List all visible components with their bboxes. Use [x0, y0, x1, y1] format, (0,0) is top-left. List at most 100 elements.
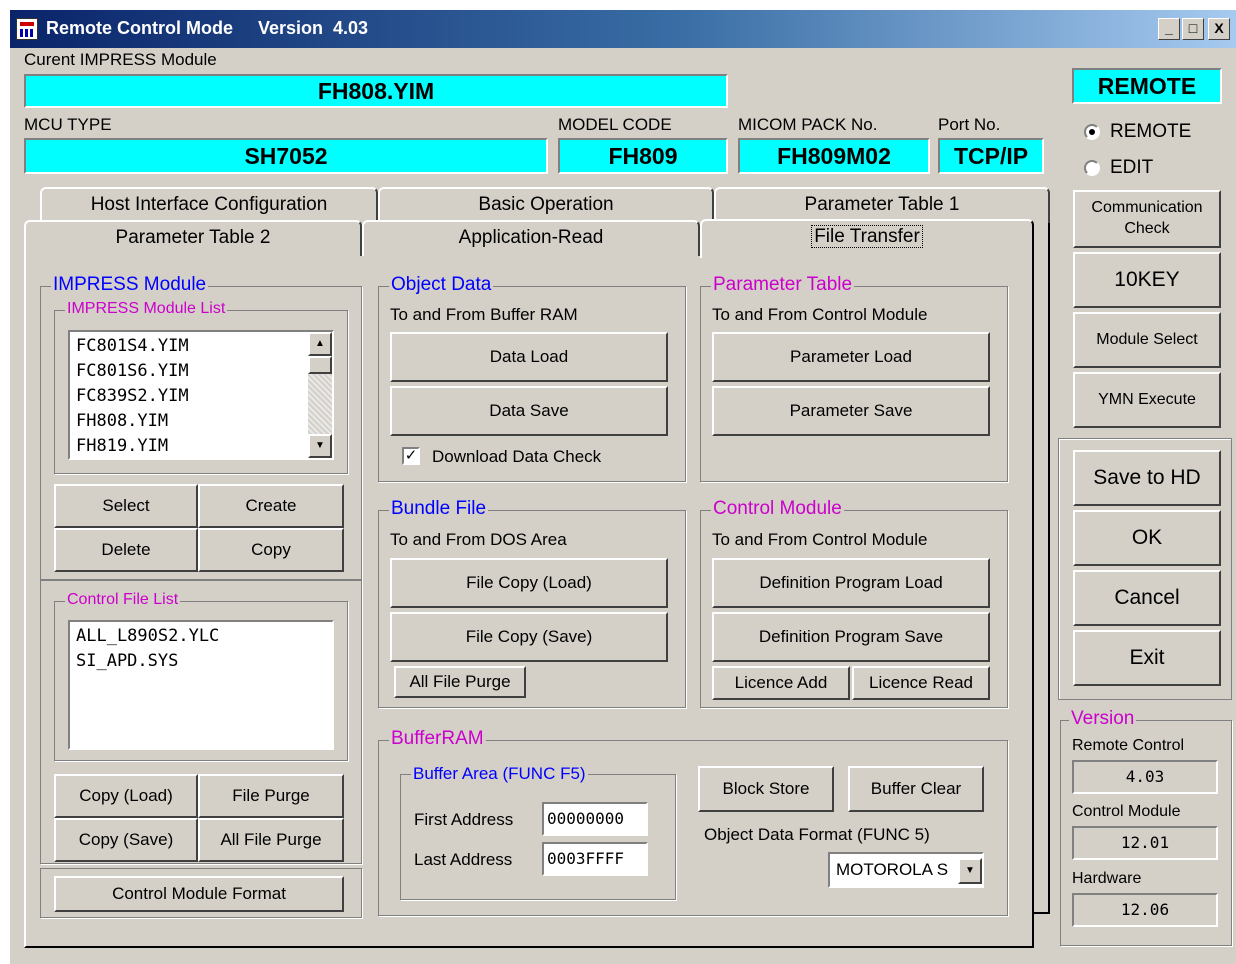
mcu-type-label: MCU TYPE	[24, 115, 112, 134]
parameter-table-subtitle: To and From Control Module	[712, 305, 928, 324]
scrollbar-thumb[interactable]	[308, 356, 332, 374]
module-select-button[interactable]: Module Select	[1073, 312, 1221, 368]
copy-save-label: Copy (Save)	[78, 829, 174, 849]
radio-edit-label[interactable]: EDIT	[1110, 157, 1153, 179]
file-purge-button[interactable]: File Purge	[198, 774, 344, 818]
minimize-button[interactable]: _	[1158, 18, 1180, 40]
cancel-label: Cancel	[1114, 586, 1180, 610]
ymn-execute-button[interactable]: YMN Execute	[1073, 372, 1221, 428]
tab-parameter-table-1[interactable]: Parameter Table 1	[714, 187, 1050, 223]
control-file-list-title: Control File List	[65, 591, 181, 609]
bundle-file-subtitle: To and From DOS Area	[390, 530, 567, 549]
tab-file-transfer[interactable]: File Transfer	[700, 219, 1034, 258]
close-button[interactable]: X	[1208, 18, 1230, 40]
scroll-down-icon[interactable]: ▼	[308, 434, 332, 458]
control-module-subtitle: To and From Control Module	[712, 530, 928, 549]
parameter-save-label: Parameter Save	[789, 400, 913, 420]
current-module-field: FH808.YIM	[24, 74, 728, 108]
ok-button[interactable]: OK	[1073, 510, 1221, 566]
model-code-field: FH809	[558, 138, 728, 174]
block-store-button[interactable]: Block Store	[698, 766, 834, 812]
bundle-all-file-purge-button[interactable]: All File Purge	[394, 666, 526, 698]
impress-module-title: IMPRESS Module	[51, 274, 209, 296]
parameter-load-button[interactable]: Parameter Load	[712, 332, 990, 382]
control-module-version-value: 12.01	[1072, 826, 1218, 860]
radio-remote[interactable]	[1084, 124, 1100, 140]
object-data-format-value: MOTOROLA S	[836, 860, 949, 879]
tenkey-label: 10KEY	[1114, 268, 1180, 292]
control-module-version-label: Control Module	[1072, 803, 1181, 820]
copy-label: Copy	[251, 539, 291, 559]
definition-program-load-button[interactable]: Definition Program Load	[712, 558, 990, 608]
list-item[interactable]: FH808.YIM	[72, 409, 189, 434]
buffer-area-title: Buffer Area (FUNC F5)	[411, 764, 588, 784]
tab-parameter-table-2[interactable]: Parameter Table 2	[24, 220, 362, 256]
list-item[interactable]: SI_APD.SYS	[72, 649, 219, 674]
list-item[interactable]: FH819.YIM	[72, 434, 189, 459]
object-data-title: Object Data	[389, 274, 494, 296]
last-address-input[interactable]: 0003FFFF	[542, 842, 648, 876]
mode-badge: REMOTE	[1072, 68, 1222, 104]
data-load-button[interactable]: Data Load	[390, 332, 668, 382]
delete-label: Delete	[101, 539, 151, 559]
data-save-button[interactable]: Data Save	[390, 386, 668, 436]
delete-button[interactable]: Delete	[54, 528, 198, 572]
exit-button[interactable]: Exit	[1073, 630, 1221, 686]
object-data-format-label: Object Data Format (FUNC 5)	[704, 825, 930, 844]
parameter-table-title: Parameter Table	[711, 274, 855, 296]
micom-pack-field: FH809M02	[738, 138, 930, 174]
port-label: Port No.	[938, 115, 1001, 134]
communication-check-button[interactable]: Communication Check	[1073, 190, 1221, 248]
port-field: TCP/IP	[938, 138, 1044, 174]
scroll-up-icon[interactable]: ▲	[308, 332, 332, 356]
download-data-check-label[interactable]: Download Data Check	[432, 447, 601, 467]
micom-pack-label: MICOM PACK No.	[738, 115, 878, 134]
radio-remote-label[interactable]: REMOTE	[1110, 121, 1191, 143]
select-button[interactable]: Select	[54, 484, 198, 528]
parameter-load-label: Parameter Load	[790, 346, 912, 366]
list-item[interactable]: FC839S2.YIM	[72, 384, 189, 409]
cancel-button[interactable]: Cancel	[1073, 570, 1221, 626]
impress-module-listbox[interactable]: FC801S4.YIM FC801S6.YIM FC839S2.YIM FH80…	[68, 330, 334, 460]
definition-program-save-button[interactable]: Definition Program Save	[712, 612, 990, 662]
file-copy-load-button[interactable]: File Copy (Load)	[390, 558, 668, 608]
buffer-ram-title: BufferRAM	[389, 728, 486, 750]
chevron-down-icon[interactable]: ▼	[958, 858, 982, 884]
file-copy-save-button[interactable]: File Copy (Save)	[390, 612, 668, 662]
copy-load-label: Copy (Load)	[79, 785, 173, 805]
parameter-save-button[interactable]: Parameter Save	[712, 386, 990, 436]
buffer-area-group: Buffer Area (FUNC F5)	[400, 764, 676, 900]
tab-basic-operation[interactable]: Basic Operation	[378, 187, 714, 223]
first-address-input[interactable]: 00000000	[542, 802, 648, 836]
remote-control-version-value: 4.03	[1072, 760, 1218, 794]
control-file-listbox[interactable]: ALL_L890S2.YLC SI_APD.SYS	[68, 620, 334, 750]
file-copy-load-label: File Copy (Load)	[466, 572, 592, 592]
radio-edit[interactable]	[1084, 160, 1100, 176]
bundle-file-title: Bundle File	[389, 498, 489, 520]
all-file-purge-button[interactable]: All File Purge	[198, 818, 344, 862]
list-item[interactable]: FC801S6.YIM	[72, 359, 189, 384]
licence-read-label: Licence Read	[869, 672, 973, 692]
tab-application-read[interactable]: Application-Read	[362, 220, 700, 256]
copy-button[interactable]: Copy	[198, 528, 344, 572]
buffer-clear-button[interactable]: Buffer Clear	[848, 766, 984, 812]
list-item[interactable]: ALL_L890S2.YLC	[72, 624, 219, 649]
licence-read-button[interactable]: Licence Read	[852, 666, 990, 700]
save-to-hd-button[interactable]: Save to HD	[1073, 450, 1221, 506]
create-button[interactable]: Create	[198, 484, 344, 528]
tenkey-button[interactable]: 10KEY	[1073, 252, 1221, 308]
tab-host-interface[interactable]: Host Interface Configuration	[40, 187, 378, 223]
licence-add-button[interactable]: Licence Add	[712, 666, 850, 700]
maximize-button[interactable]: □	[1182, 18, 1204, 40]
window-title: Remote Control Mode Version 4.03	[46, 18, 369, 38]
copy-save-button[interactable]: Copy (Save)	[54, 818, 198, 862]
object-data-format-select[interactable]: MOTOROLA S ▼	[828, 852, 984, 888]
list-item[interactable]: FC801S4.YIM	[72, 334, 189, 359]
copy-load-button[interactable]: Copy (Load)	[54, 774, 198, 818]
hardware-version-label: Hardware	[1072, 870, 1142, 887]
download-data-check-checkbox[interactable]: ✓	[402, 447, 420, 465]
first-address-label: First Address	[414, 810, 514, 829]
ok-label: OK	[1131, 526, 1163, 550]
licence-add-label: Licence Add	[734, 672, 828, 692]
control-module-format-button[interactable]: Control Module Format	[54, 876, 344, 912]
